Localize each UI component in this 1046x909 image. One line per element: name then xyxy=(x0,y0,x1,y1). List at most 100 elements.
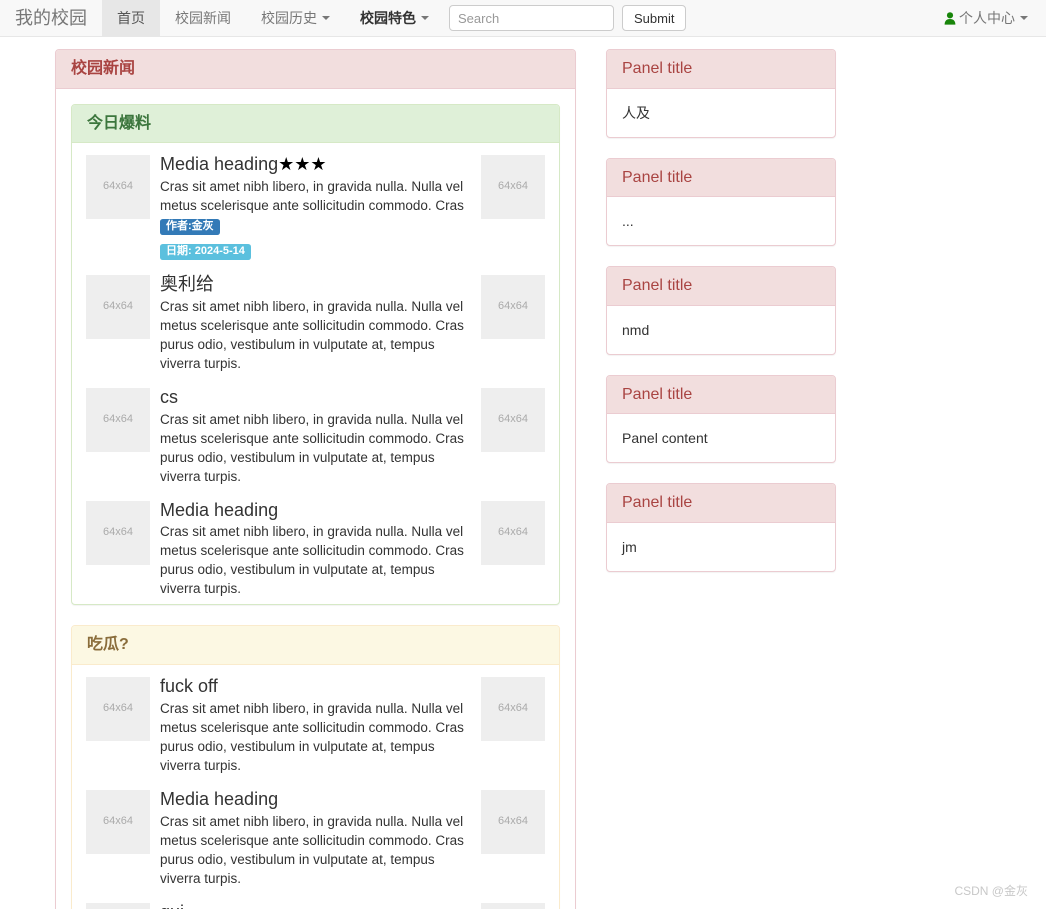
submit-button[interactable]: Submit xyxy=(622,5,687,31)
nav-item-label: 校园特色 xyxy=(360,10,416,26)
thumbnail-placeholder: 64x64 xyxy=(481,676,545,741)
sidebar-panel-heading: Panel title xyxy=(607,158,835,198)
media-list: 64x64 Media heading★★★ Cras sit amet nib… xyxy=(86,154,545,599)
sidebar-panel-body: nmd xyxy=(622,321,650,338)
section-body: 64x64 fuck off Cras sit amet nibh libero… xyxy=(72,665,559,909)
thumbnail-placeholder: 64x64 xyxy=(86,387,150,452)
sidebar-panel-3: Panel title nmd xyxy=(606,266,836,355)
main-column: 校园新闻 今日爆料 64x64 Media heading★★★ Cras si… xyxy=(40,49,591,909)
date-badge-row: 日期: 2024-5-14 xyxy=(160,239,471,260)
media-body: cs Cras sit amet nibh libero, in gravida… xyxy=(160,386,471,486)
sidebar-panel-4: Panel title Panel content xyxy=(606,374,836,464)
media-body: 奥利给 Cras sit amet nibh libero, in gravid… xyxy=(160,273,471,373)
sidebar-panel-body: Panel content xyxy=(622,430,708,447)
thumbnail-placeholder: 64x64 xyxy=(481,902,545,909)
thumbnail-placeholder: 64x64 xyxy=(86,789,150,854)
section-body: 64x64 Media heading★★★ Cras sit amet nib… xyxy=(72,143,559,604)
thumbnail-placeholder: 64x64 xyxy=(86,155,150,220)
list-item[interactable]: 64x64 gui Cras sit amet nibh libero, in … xyxy=(86,902,545,909)
media-thumbnail-right[interactable]: 64x64 xyxy=(471,274,545,339)
list-item[interactable]: 64x64 Media heading Cras sit amet nibh l… xyxy=(86,499,545,599)
media-text-content: Cras sit amet nibh libero, in gravida nu… xyxy=(160,178,464,213)
user-center-label: 个人中心 xyxy=(959,10,1015,26)
thumbnail-placeholder: 64x64 xyxy=(481,155,545,220)
media-thumbnail-right[interactable]: 64x64 xyxy=(471,789,545,854)
campus-news-panel-title: 校园新闻 xyxy=(71,60,136,77)
list-item[interactable]: 64x64 Media heading★★★ Cras sit amet nib… xyxy=(86,154,545,260)
thumbnail-placeholder: 64x64 xyxy=(481,274,545,339)
watermark: CSDN @金灰 xyxy=(954,883,1028,898)
media-thumbnail-left[interactable]: 64x64 xyxy=(86,676,160,741)
media-thumbnail-right[interactable]: 64x64 xyxy=(471,155,545,220)
media-text: Cras sit amet nibh libero, in gravida nu… xyxy=(160,524,464,597)
chevron-down-icon xyxy=(1020,16,1028,20)
media-thumbnail-left[interactable]: 64x64 xyxy=(86,155,160,220)
media-heading: fuck off xyxy=(160,675,218,696)
nav-item-campus-news[interactable]: 校园新闻 xyxy=(160,0,246,36)
sidebar-column: Panel title 人及 Panel title ... Panel tit… xyxy=(591,49,851,592)
media-heading: Media heading★★★ xyxy=(160,154,471,175)
thumbnail-placeholder: 64x64 xyxy=(86,676,150,741)
user-center-link[interactable]: 个人中心 xyxy=(944,8,1028,28)
media-heading: cs xyxy=(160,386,178,407)
thumbnail-placeholder: 64x64 xyxy=(481,500,545,565)
nav-item-campus-history[interactable]: 校园历史 xyxy=(246,0,345,36)
sidebar-panel-body: jm xyxy=(622,538,637,555)
sidebar-panel-title: Panel title xyxy=(622,168,693,186)
sidebar-panel-heading: Panel title xyxy=(607,375,835,415)
media-body: fuck off Cras sit amet nibh libero, in g… xyxy=(160,675,471,775)
section-title: 今日爆料 xyxy=(87,114,152,132)
navbar-brand[interactable]: 我的校园 xyxy=(0,0,102,36)
thumbnail-placeholder: 64x64 xyxy=(86,500,150,565)
sidebar-panel-body: 人及 xyxy=(622,104,650,121)
sidebar-panel-2: Panel title ... xyxy=(606,157,836,247)
nav-item-home[interactable]: 首页 xyxy=(102,0,160,36)
media-body: gui Cras sit amet nibh libero, in gravid… xyxy=(160,902,471,909)
media-heading: Media heading xyxy=(160,499,279,520)
media-thumbnail-left[interactable]: 64x64 xyxy=(86,789,160,854)
list-item[interactable]: 64x64 奥利给 Cras sit amet nibh libero, in … xyxy=(86,273,545,373)
media-thumbnail-left[interactable]: 64x64 xyxy=(86,387,160,452)
sidebar-panel-title: Panel title xyxy=(622,494,693,512)
sidebar-panel-heading: Panel title xyxy=(607,50,835,89)
nav-item-label: 校园新闻 xyxy=(175,10,231,26)
date-badge: 日期: 2024-5-14 xyxy=(160,243,251,260)
media-thumbnail-right[interactable]: 64x64 xyxy=(471,676,545,741)
navbar-menu: 首页 校园新闻 校园历史 校园特色 xyxy=(102,0,444,36)
media-body: Media heading★★★ Cras sit amet nibh libe… xyxy=(160,154,471,260)
media-thumbnail-right[interactable]: 64x64 xyxy=(471,902,545,909)
media-text: Cras sit amet nibh libero, in gravida nu… xyxy=(160,411,464,484)
media-thumbnail-left[interactable]: 64x64 xyxy=(86,274,160,339)
search-input[interactable] xyxy=(449,5,614,31)
media-text: Cras sit amet nibh libero, in gravida nu… xyxy=(160,177,471,235)
section-heading: 吃瓜? xyxy=(72,626,559,665)
sidebar-panel-title: Panel title xyxy=(622,385,693,403)
sidebar-panel-title: Panel title xyxy=(622,277,693,295)
media-thumbnail-left[interactable]: 64x64 xyxy=(86,500,160,565)
campus-news-panel: 校园新闻 今日爆料 64x64 Media heading★★★ Cras si… xyxy=(55,49,576,909)
sidebar-panel-body: ... xyxy=(622,213,634,230)
list-item[interactable]: 64x64 cs Cras sit amet nibh libero, in g… xyxy=(86,386,545,486)
navbar-search-form: Submit xyxy=(444,0,687,36)
thumbnail-placeholder: 64x64 xyxy=(86,902,150,909)
sidebar-panel-title: Panel title xyxy=(622,60,693,77)
sidebar-panel-1: Panel title 人及 xyxy=(606,49,836,138)
star-rating-icon: ★★★ xyxy=(278,154,327,175)
media-thumbnail-right[interactable]: 64x64 xyxy=(471,500,545,565)
chevron-down-icon xyxy=(421,16,429,20)
list-item[interactable]: 64x64 fuck off Cras sit amet nibh libero… xyxy=(86,675,545,775)
media-thumbnail-left[interactable]: 64x64 xyxy=(86,902,160,909)
thumbnail-placeholder: 64x64 xyxy=(481,387,545,452)
campus-news-panel-heading: 校园新闻 xyxy=(56,50,575,89)
media-thumbnail-right[interactable]: 64x64 xyxy=(471,387,545,452)
media-heading: 奥利给 xyxy=(160,273,214,294)
section-title: 吃瓜? xyxy=(87,636,129,654)
nav-item-label: 首页 xyxy=(117,10,145,26)
list-item[interactable]: 64x64 Media heading Cras sit amet nibh l… xyxy=(86,789,545,888)
media-heading: gui xyxy=(160,902,471,909)
nav-item-campus-features[interactable]: 校园特色 xyxy=(345,0,444,36)
top-navbar: 我的校园 首页 校园新闻 校园历史 校园特色 Submit xyxy=(0,0,1046,37)
user-icon xyxy=(944,11,956,25)
section-panel-today-scoop: 今日爆料 64x64 Media heading★★★ Cras sit ame… xyxy=(71,103,560,606)
section-panel-gossip: 吃瓜? 64x64 fuck off Cras sit amet nibh li… xyxy=(71,625,560,909)
